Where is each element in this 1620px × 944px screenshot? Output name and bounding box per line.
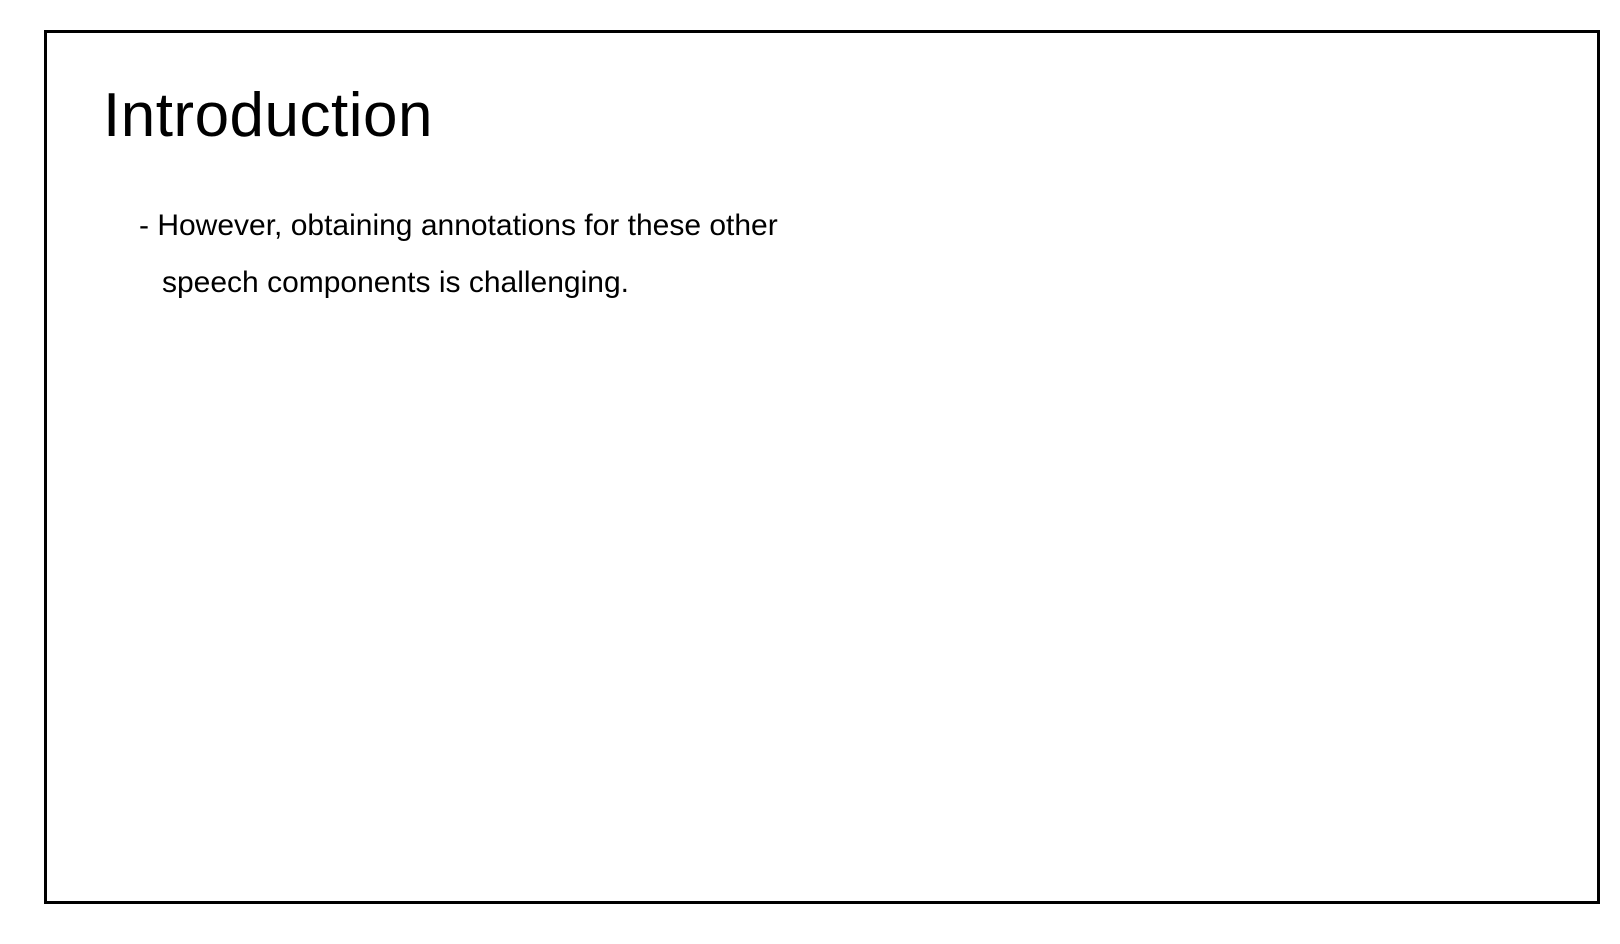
slide-title: Introduction: [103, 81, 433, 150]
slide-frame: Introduction - However, obtaining annota…: [44, 30, 1600, 904]
bullet-text-line-2: speech components is challenging.: [162, 266, 629, 299]
bullet-text-line-1: - However, obtaining annotations for the…: [139, 209, 778, 242]
slide-body: - However, obtaining annotations for the…: [139, 197, 778, 311]
